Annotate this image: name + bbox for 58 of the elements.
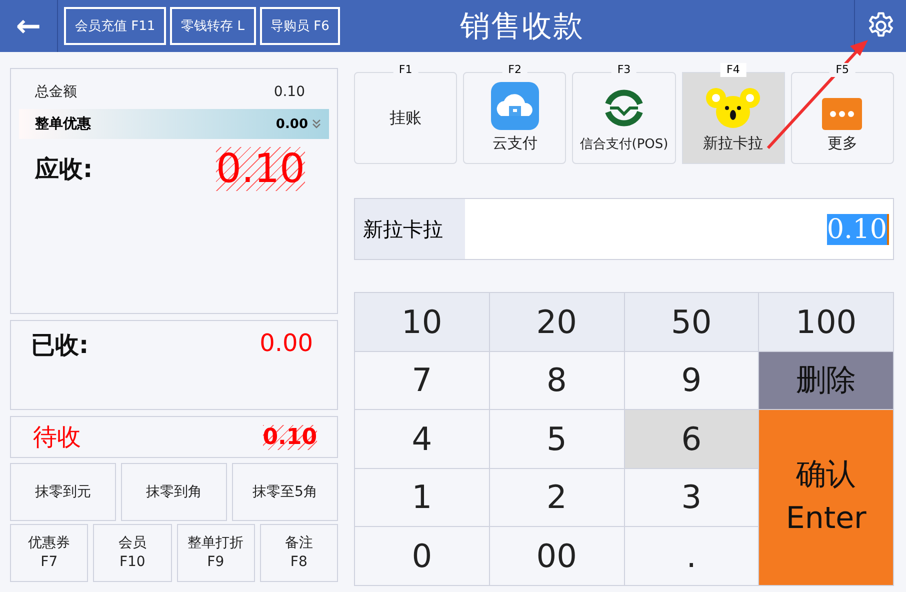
received-label: 已收: <box>31 330 89 361</box>
header-button[interactable]: 零钱转存 L <box>170 7 256 45</box>
total-label: 总金额 <box>35 83 77 101</box>
number-key[interactable]: 7 <box>355 352 490 410</box>
number-key[interactable]: 5 <box>490 410 624 468</box>
received-amount: 0.00 <box>260 329 313 357</box>
discount-amount: 0.00 <box>276 116 308 132</box>
rounding-button[interactable]: 抹零到元 <box>10 463 116 521</box>
discount-label: 整单优惠 <box>35 115 91 133</box>
number-key[interactable]: 0 <box>355 527 490 586</box>
number-key[interactable]: 00 <box>490 527 624 586</box>
header-button[interactable]: 会员充值 F11 <box>64 7 166 45</box>
more-icon <box>822 98 862 130</box>
number-key[interactable]: 2 <box>490 468 624 527</box>
number-key[interactable]: 8 <box>490 352 624 410</box>
number-key[interactable]: 4 <box>355 410 490 468</box>
payment-method-label: 挂账 <box>390 108 422 128</box>
koala-icon <box>705 86 762 130</box>
pending-label: 待收 <box>33 422 81 453</box>
payment-method-label: 更多 <box>827 134 858 153</box>
payment-method-label: 新拉卡拉 <box>703 134 764 153</box>
amount-value: 0.10 <box>826 214 889 244</box>
quick-amount-key[interactable]: 100 <box>759 293 894 352</box>
shortcut-key-label: F4 <box>720 63 746 77</box>
chevron-down-icon <box>312 119 321 129</box>
amount-field[interactable]: 新拉卡拉 0.10 <box>354 198 894 260</box>
function-button[interactable]: 优惠券 F7 <box>10 524 88 582</box>
quick-amount-key[interactable]: 50 <box>624 293 760 352</box>
payment-method-tile[interactable]: 更多 <box>790 72 894 164</box>
number-key[interactable]: 3 <box>624 468 760 527</box>
cloud-app-icon <box>490 82 539 130</box>
header-button[interactable]: 导购员 F6 <box>260 7 340 45</box>
total-amount: 0.10 <box>274 84 305 100</box>
quick-amount-key[interactable]: 20 <box>490 293 624 352</box>
payment-method-label: 云支付 <box>492 134 538 153</box>
payment-method-label: 信合支付(POS) <box>580 136 668 153</box>
shortcut-key-label: F5 <box>830 63 856 77</box>
quick-amount-key[interactable]: 10 <box>355 293 490 352</box>
function-button[interactable]: 整单打折 F9 <box>176 524 255 582</box>
rounding-button[interactable]: 抹零至5角 <box>232 463 338 521</box>
payment-method-tile[interactable]: 挂账 <box>354 72 458 164</box>
confirm-key[interactable]: 确认 Enter <box>759 410 894 586</box>
discount-row[interactable]: 整单优惠 0.00 <box>19 109 329 139</box>
field-label: 新拉卡拉 <box>355 199 465 259</box>
payment-method-tile[interactable]: 信合支付(POS) <box>572 72 676 164</box>
number-key[interactable]: 9 <box>624 352 760 410</box>
window-title: 销售收款 <box>460 8 584 46</box>
number-key[interactable]: . <box>624 527 760 586</box>
due-label: 应收: <box>35 154 93 185</box>
function-button[interactable]: 备注 F8 <box>260 524 338 582</box>
payment-method-tile[interactable]: 云支付 <box>463 72 566 164</box>
rounding-button[interactable]: 抹零到角 <box>121 463 227 521</box>
delete-key[interactable]: 删除 <box>759 352 894 410</box>
function-button[interactable]: 会员 F10 <box>93 524 172 582</box>
back-button[interactable]: ← <box>0 0 58 52</box>
payment-method-tile[interactable]: 新拉卡拉 <box>682 72 785 164</box>
number-key[interactable]: 1 <box>355 468 490 527</box>
number-key[interactable]: 6 <box>624 410 760 468</box>
